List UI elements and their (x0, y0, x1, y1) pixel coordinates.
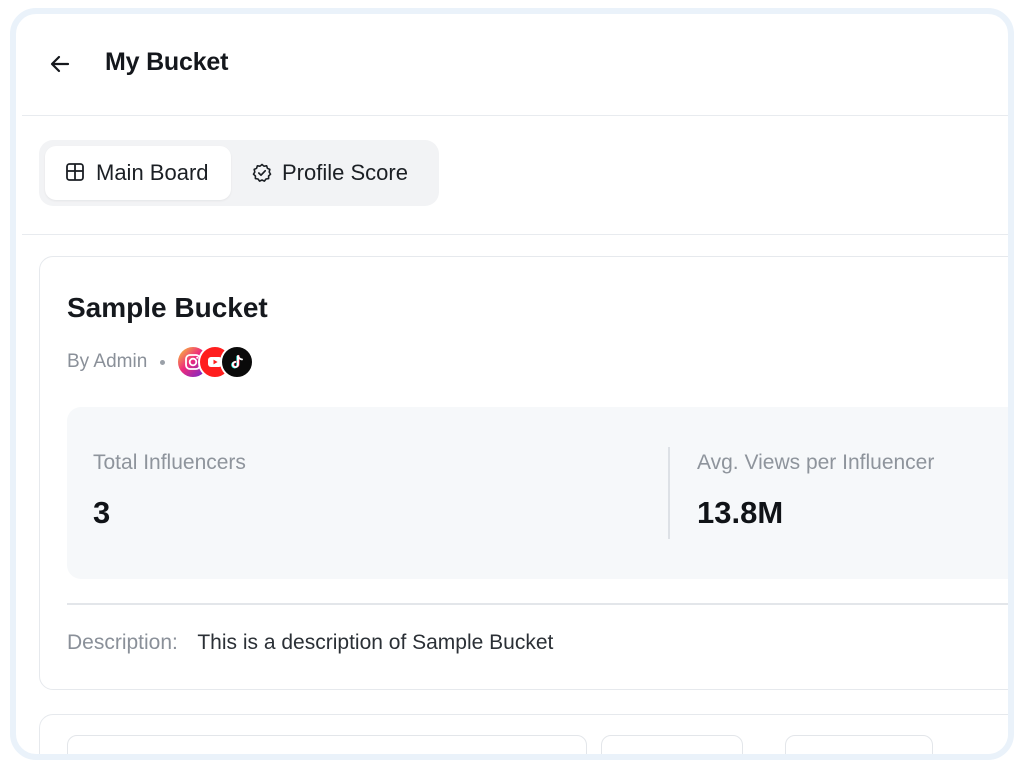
platform-icons (176, 345, 260, 379)
tiktok-icon (220, 345, 255, 379)
app-frame: My Bucket Main Board Profile Score Sampl… (10, 8, 1014, 760)
card-divider (67, 603, 1008, 605)
tabs-area: Main Board Profile Score (22, 117, 1008, 235)
app-window: My Bucket Main Board Profile Score Sampl… (22, 20, 1008, 754)
stat-avg-views-value: 13.8M (697, 495, 784, 530)
back-button[interactable] (46, 50, 74, 78)
bucket-byline: By Admin (67, 351, 148, 372)
tab-main-board[interactable]: Main Board (45, 146, 231, 200)
bucket-meta: By Admin (67, 345, 260, 379)
bucket-title: Sample Bucket (67, 292, 268, 323)
stat-total-influencers-label: Total Influencers (93, 451, 246, 474)
description-row: Description: This is a description of Sa… (67, 631, 553, 655)
arrow-left-icon (50, 55, 70, 73)
page-header: My Bucket (22, 20, 1008, 116)
stat-divider (668, 447, 670, 539)
sort-dropdown[interactable] (785, 735, 933, 754)
separator-dot (160, 359, 166, 365)
tab-profile-score-label: Profile Score (282, 160, 408, 185)
stat-avg-views-label: Avg. Views per Influencer (697, 451, 935, 474)
description-label: Description: (67, 631, 178, 654)
stats-panel: Total Influencers 3 Avg. Views per Influ… (67, 407, 1008, 579)
filters-card (39, 714, 1008, 754)
gear-check-icon (251, 162, 273, 184)
tab-bar: Main Board Profile Score (39, 140, 439, 206)
tab-main-board-label: Main Board (96, 160, 209, 185)
bucket-card: Sample Bucket By Admin Total Influencers… (39, 256, 1008, 690)
description-text: This is a description of Sample Bucket (197, 631, 554, 654)
page-title: My Bucket (105, 48, 229, 76)
filter-dropdown[interactable] (601, 735, 743, 754)
board-grid-icon (65, 162, 87, 184)
search-input[interactable] (67, 735, 587, 754)
tab-profile-score[interactable]: Profile Score (231, 146, 408, 200)
stat-total-influencers-value: 3 (93, 495, 111, 530)
